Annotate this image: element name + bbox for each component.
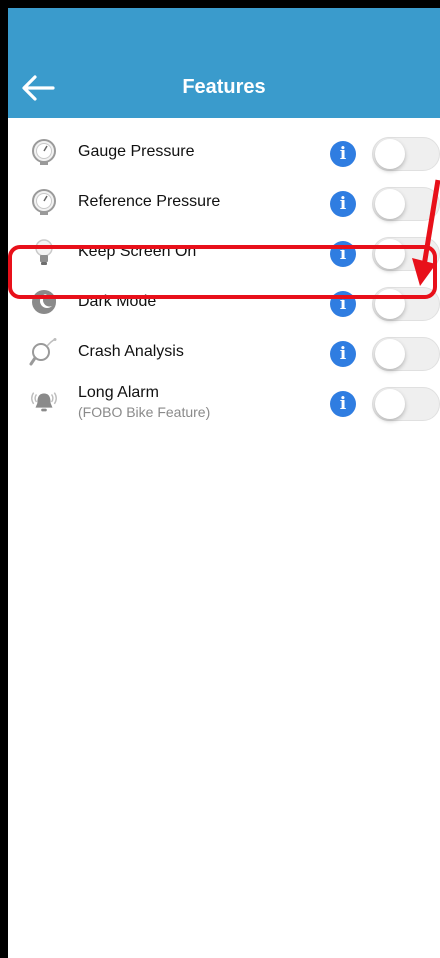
feature-label: Gauge Pressure (78, 143, 195, 160)
dark-mode-toggle[interactable] (372, 287, 440, 321)
feature-label: Keep Screen On (78, 243, 197, 260)
feature-label: Reference Pressure (78, 193, 221, 210)
feature-row-gauge-pressure: Gauge Pressure i (8, 128, 440, 178)
info-button[interactable]: i (330, 191, 356, 217)
feature-row-keep-screen-on: Keep Screen On i (8, 228, 440, 278)
info-button[interactable]: i (330, 141, 356, 167)
page-title: Features (182, 76, 266, 98)
feature-sublabel: (FOBO Bike Feature) (78, 404, 211, 420)
toggle-knob (375, 239, 405, 269)
toggle-knob (375, 289, 405, 319)
info-button[interactable]: i (330, 291, 356, 317)
moon-icon (28, 286, 60, 318)
gauge-icon (28, 186, 60, 218)
feature-row-long-alarm: Long Alarm (FOBO Bike Feature) i (8, 378, 440, 428)
toggle-knob (375, 139, 405, 169)
crash-analysis-toggle[interactable] (372, 337, 440, 371)
feature-row-dark-mode: Dark Mode i (8, 278, 440, 328)
info-button[interactable]: i (330, 341, 356, 367)
app-header: Features (8, 8, 440, 118)
gauge-icon (28, 136, 60, 168)
screen: Features Gauge Pressure i Reference Pres… (8, 8, 440, 958)
toggle-knob (375, 339, 405, 369)
feature-row-crash-analysis: Crash Analysis i (8, 328, 440, 378)
long-alarm-toggle[interactable] (372, 387, 440, 421)
reference-pressure-toggle[interactable] (372, 187, 440, 221)
feature-label: Long Alarm (78, 384, 159, 401)
magnifier-icon (28, 336, 60, 368)
info-button[interactable]: i (330, 391, 356, 417)
bell-alarm-icon (28, 386, 60, 418)
feature-label: Dark Mode (78, 293, 157, 310)
toggle-knob (375, 389, 405, 419)
info-button[interactable]: i (330, 241, 356, 267)
toggle-knob (375, 189, 405, 219)
keep-screen-on-toggle[interactable] (372, 237, 440, 271)
feature-row-reference-pressure: Reference Pressure i (8, 178, 440, 228)
gauge-pressure-toggle[interactable] (372, 137, 440, 171)
feature-label: Crash Analysis (78, 343, 184, 360)
lightbulb-icon (28, 236, 60, 268)
